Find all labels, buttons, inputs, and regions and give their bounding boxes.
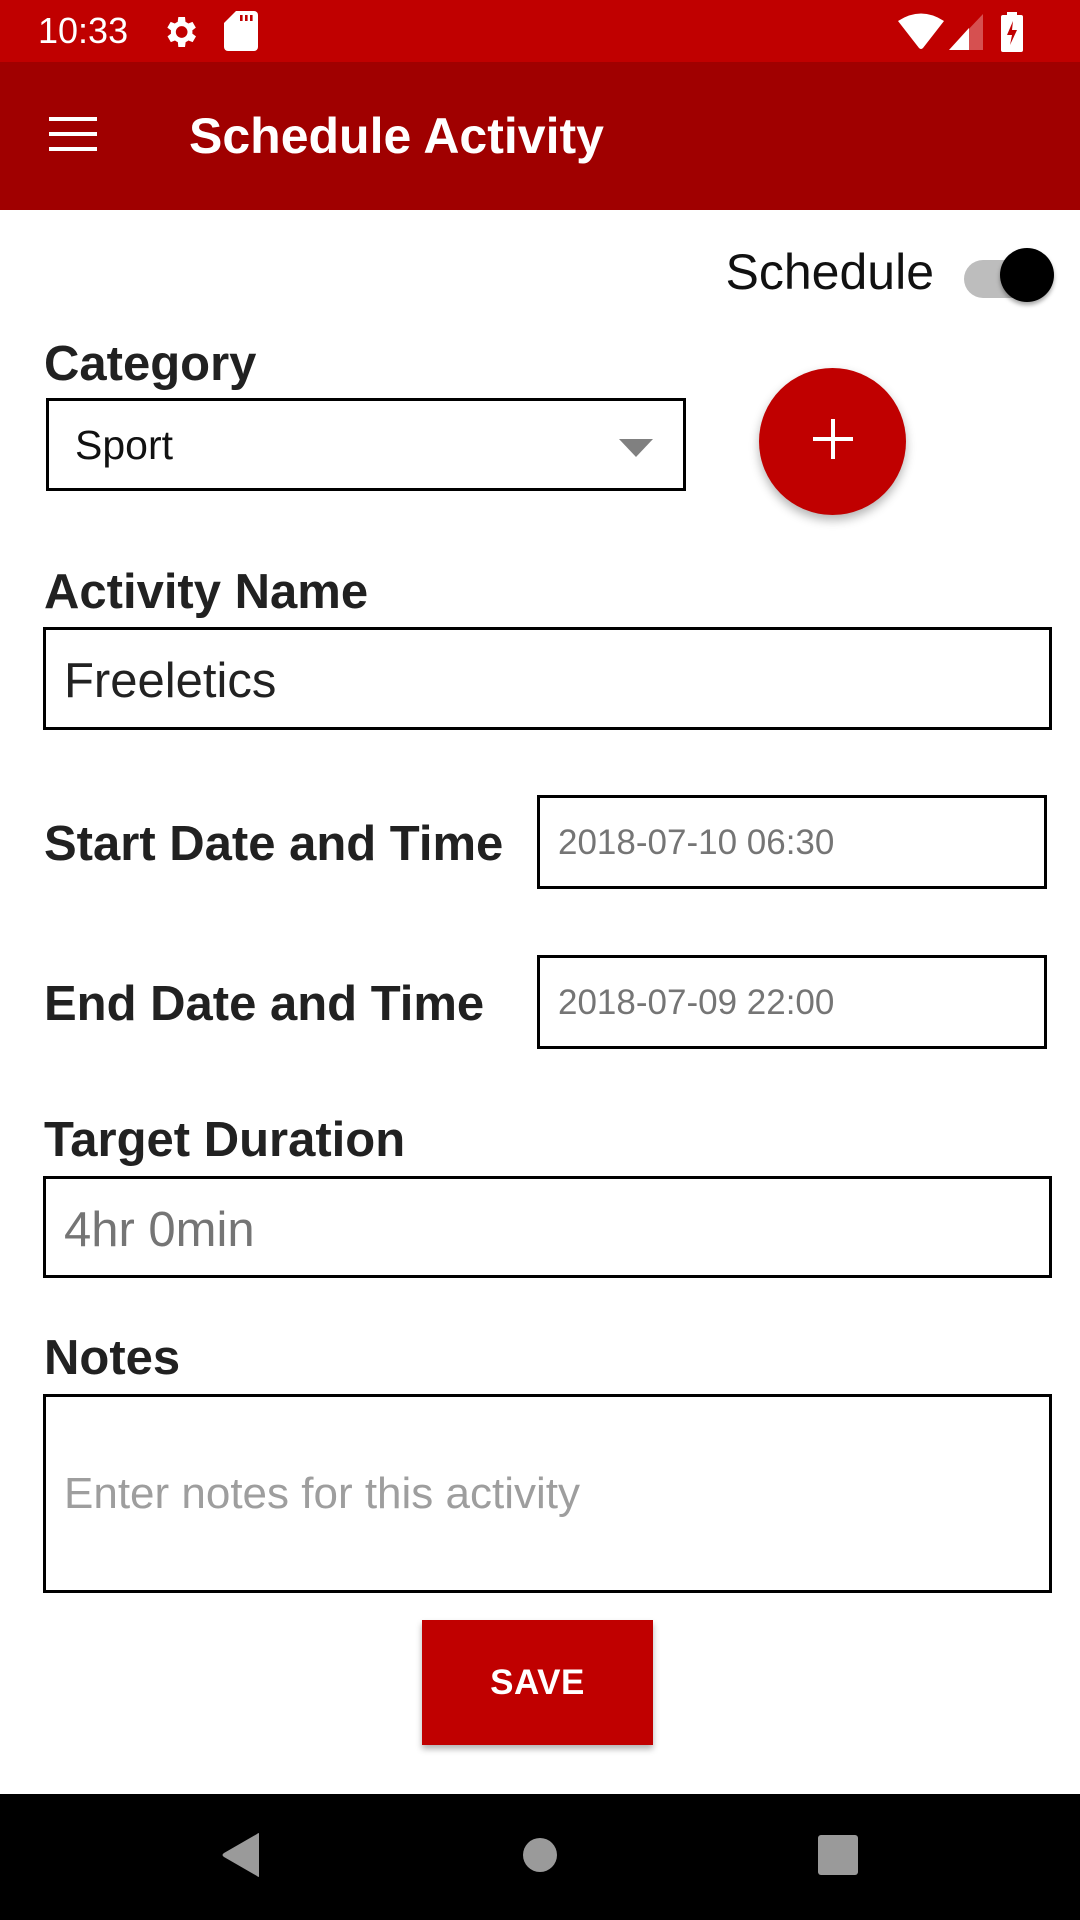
end-datetime-input[interactable]: 2018-07-09 22:00 bbox=[537, 955, 1047, 1049]
status-bar: 10:33 bbox=[0, 0, 1080, 62]
back-icon bbox=[221, 1832, 261, 1883]
page-title: Schedule Activity bbox=[189, 108, 604, 164]
nav-back-button[interactable] bbox=[196, 1822, 286, 1892]
activity-name-input[interactable]: Freeletics bbox=[43, 627, 1052, 730]
schedule-switch[interactable] bbox=[964, 242, 1054, 302]
end-datetime-value: 2018-07-09 22:00 bbox=[558, 983, 835, 1022]
sd-card-icon bbox=[224, 11, 258, 56]
target-duration-input[interactable]: 4hr 0min bbox=[43, 1176, 1052, 1278]
notes-placeholder: Enter notes for this activity bbox=[64, 1469, 580, 1518]
settings-gear-icon bbox=[160, 12, 200, 57]
nav-home-button[interactable] bbox=[495, 1822, 585, 1892]
recents-icon bbox=[818, 1834, 858, 1880]
hamburger-menu-icon bbox=[49, 116, 97, 156]
category-selected-value: Sport bbox=[75, 422, 173, 468]
notes-textarea[interactable]: Enter notes for this activity bbox=[43, 1394, 1052, 1593]
start-datetime-label: Start Date and Time bbox=[44, 817, 504, 871]
battery-charging-icon bbox=[1000, 12, 1024, 57]
home-icon bbox=[522, 1837, 558, 1878]
status-time: 10:33 bbox=[38, 10, 129, 51]
app-toolbar: Schedule Activity bbox=[0, 62, 1080, 210]
switch-thumb bbox=[1000, 248, 1054, 302]
cell-signal-icon bbox=[949, 14, 985, 55]
system-nav-bar bbox=[0, 1794, 1080, 1920]
wifi-icon bbox=[898, 12, 944, 55]
target-duration-label: Target Duration bbox=[44, 1113, 406, 1167]
notes-label: Notes bbox=[44, 1331, 181, 1385]
category-label: Category bbox=[44, 337, 257, 391]
start-datetime-value: 2018-07-10 06:30 bbox=[558, 823, 835, 862]
end-datetime-label: End Date and Time bbox=[44, 977, 485, 1031]
plus-icon bbox=[812, 419, 853, 464]
start-datetime-input[interactable]: 2018-07-10 06:30 bbox=[537, 795, 1047, 889]
add-category-button[interactable] bbox=[759, 368, 906, 515]
schedule-toggle-label: Schedule bbox=[725, 244, 935, 300]
save-button[interactable]: SAVE bbox=[422, 1620, 653, 1745]
schedule-toggle-row: Schedule bbox=[725, 236, 1054, 308]
dropdown-arrow-icon bbox=[619, 439, 653, 457]
nav-recents-button[interactable] bbox=[793, 1822, 883, 1892]
activity-name-value: Freeletics bbox=[64, 654, 277, 708]
activity-name-label: Activity Name bbox=[44, 565, 369, 619]
menu-button[interactable] bbox=[30, 96, 116, 176]
target-duration-value: 4hr 0min bbox=[64, 1203, 255, 1257]
category-dropdown[interactable]: Sport bbox=[46, 398, 686, 491]
